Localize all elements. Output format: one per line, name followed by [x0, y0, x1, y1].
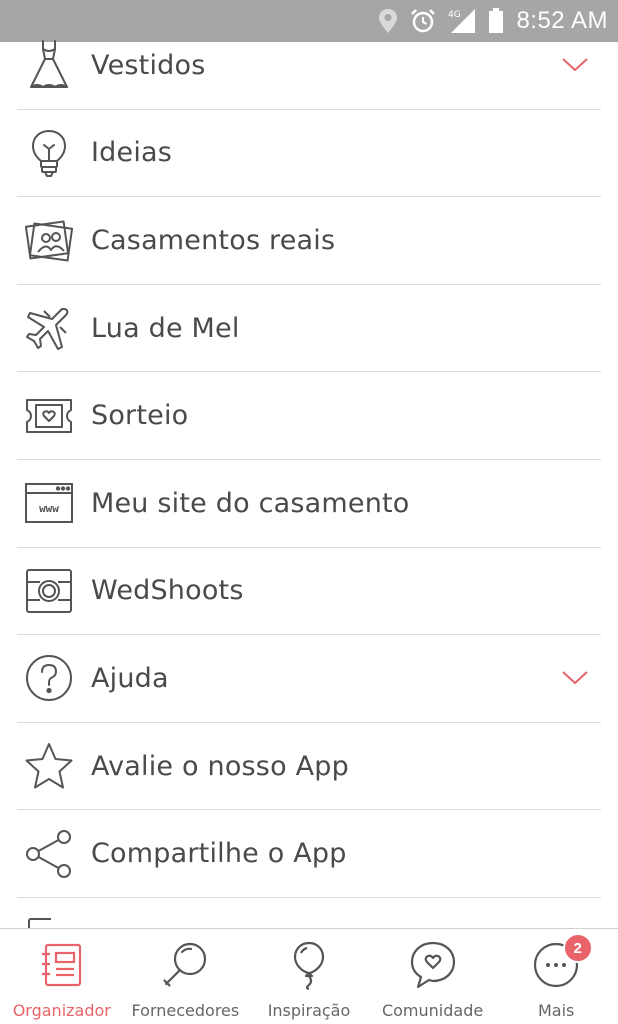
camera-icon — [19, 561, 79, 621]
nav-item-mais[interactable]: 2 Mais — [495, 929, 618, 1024]
menu-item-casamentos-reais[interactable]: Casamentos reais — [17, 197, 601, 285]
menu-item-label: Ajuda — [91, 662, 169, 694]
menu-item-vestidos[interactable]: Vestidos — [17, 22, 601, 110]
help-icon — [19, 648, 79, 708]
svg-text:4G: 4G — [448, 10, 461, 20]
notebook-icon — [40, 939, 84, 991]
airplane-icon — [19, 298, 79, 358]
bottom-nav: Organizador Fornecedores Inspiração Comu… — [0, 928, 618, 1024]
menu-item-wedshoots[interactable]: WedShoots — [17, 548, 601, 636]
photos-icon — [19, 210, 79, 270]
menu-item-label: Lua de Mel — [91, 312, 240, 344]
menu-item-label: Meu site do casamento — [91, 487, 410, 519]
nav-label: Organizador — [12, 1001, 111, 1020]
ticket-icon — [19, 386, 79, 446]
menu-item-sorteio[interactable]: Sorteio — [17, 372, 601, 460]
notification-badge: 2 — [562, 933, 593, 963]
chat-heart-icon — [409, 939, 457, 991]
menu-item-ideias[interactable]: Ideias — [17, 110, 601, 198]
chevron-down-icon[interactable] — [561, 57, 589, 73]
menu-item-label: WedShoots — [91, 575, 244, 607]
dress-icon — [19, 35, 79, 95]
lightbulb-icon — [19, 123, 79, 183]
menu-item-ajuda[interactable]: Ajuda — [17, 635, 601, 723]
share-icon — [19, 824, 79, 884]
menu-item-lua-de-mel[interactable]: Lua de Mel — [17, 285, 601, 373]
menu-item-meu-site[interactable]: www Meu site do casamento — [17, 460, 601, 548]
nav-item-organizador[interactable]: Organizador — [0, 929, 123, 1024]
chevron-down-icon[interactable] — [561, 670, 589, 686]
menu-item-label: Compartilhe o App — [91, 838, 347, 870]
nav-label: Fornecedores — [131, 1001, 240, 1020]
menu-item-label: Vestidos — [91, 49, 206, 81]
menu-item-label: Sorteio — [91, 400, 189, 432]
menu-item-label: Ideias — [91, 137, 173, 169]
nav-item-comunidade[interactable]: Comunidade — [371, 929, 494, 1024]
menu-item-compartilhe-app[interactable]: Compartilhe o App — [17, 810, 601, 898]
balloon-icon — [291, 939, 327, 991]
nav-label: Comunidade — [381, 1001, 484, 1020]
nav-label: Inspiração — [267, 1001, 351, 1020]
nav-item-inspiracao[interactable]: Inspiração — [247, 929, 370, 1024]
svg-text:www: www — [39, 502, 59, 515]
menu-item-label: Avalie o nosso App — [91, 750, 349, 782]
menu-list: Vestidos Ideias Casamentos reais Lua de … — [0, 22, 618, 898]
menu-item-avalie-app[interactable]: Avalie o nosso App — [17, 723, 601, 811]
nav-label: Mais — [537, 1001, 575, 1020]
nav-item-fornecedores[interactable]: Fornecedores — [124, 929, 247, 1024]
magnifier-icon — [160, 939, 210, 991]
website-icon: www — [19, 473, 79, 533]
star-icon — [19, 736, 79, 796]
menu-item-label: Casamentos reais — [91, 224, 336, 256]
